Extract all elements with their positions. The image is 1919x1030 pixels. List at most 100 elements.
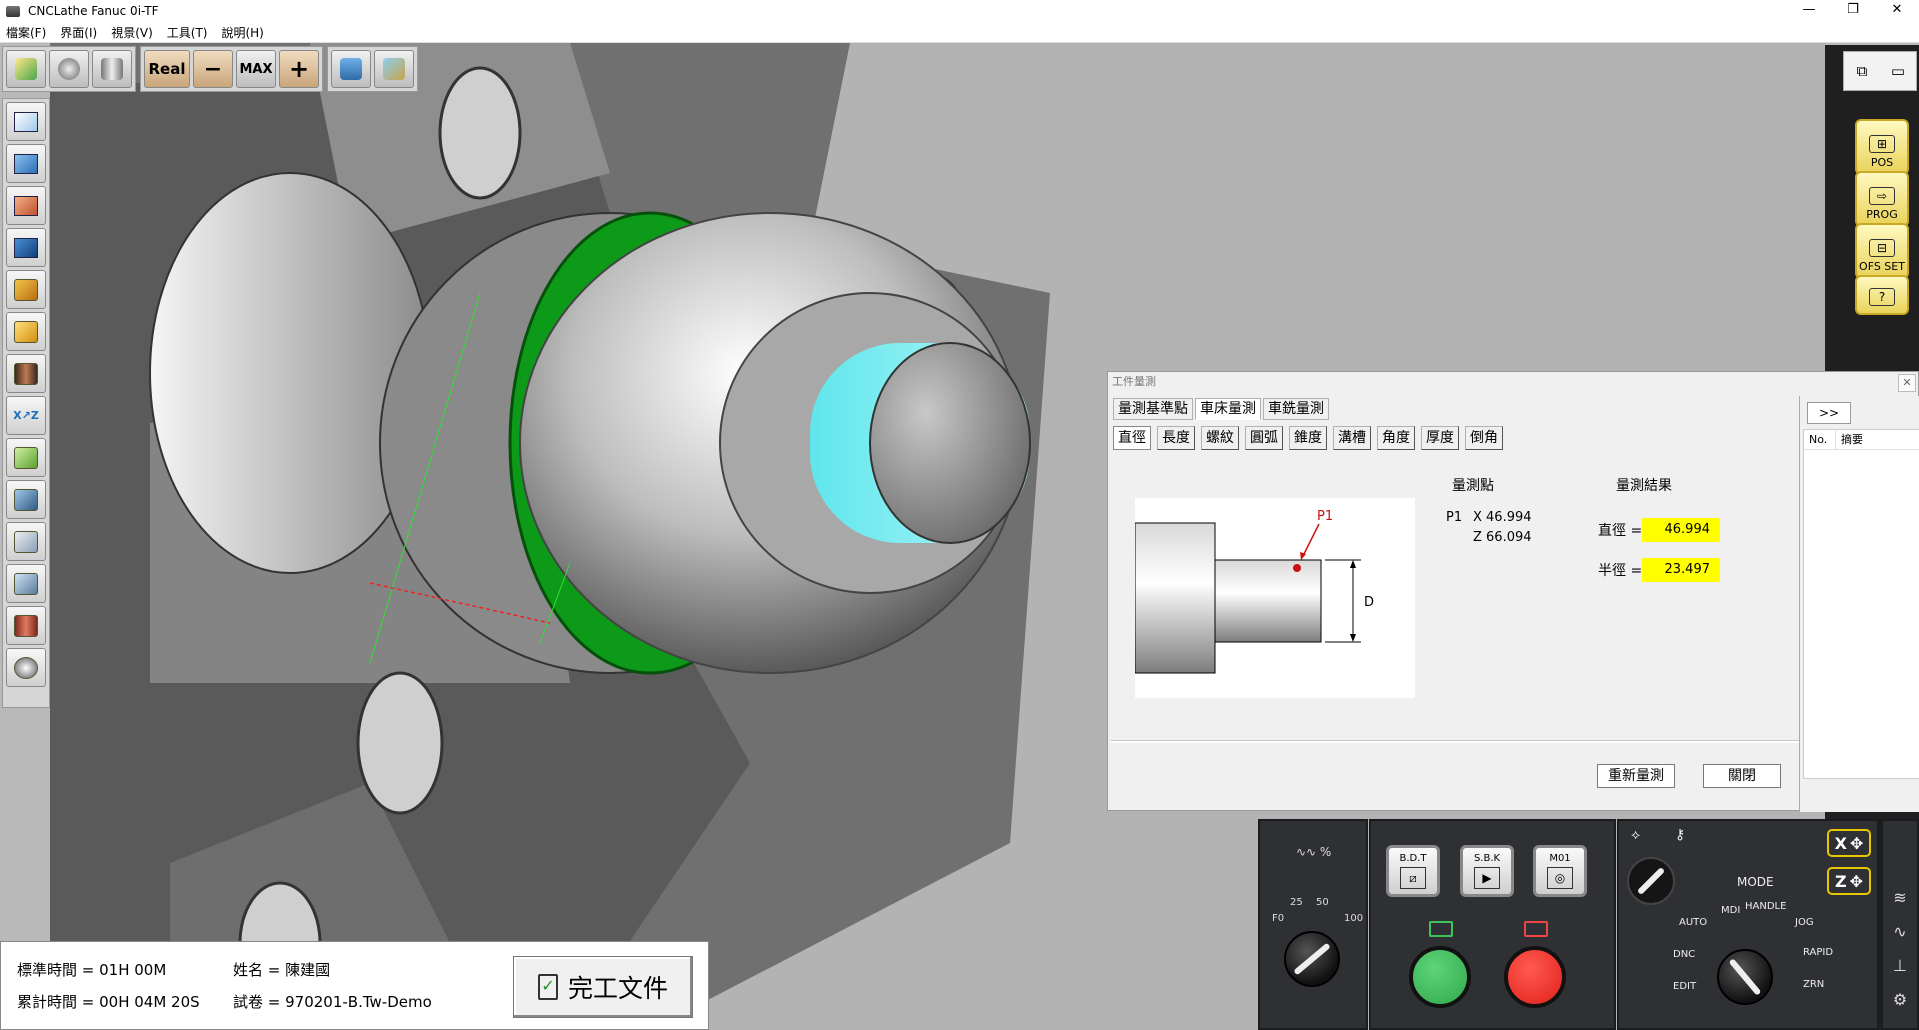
feed-knob-pointer xyxy=(1293,942,1331,976)
checklist-icon: ✓ xyxy=(537,974,558,1000)
restore-panel-icon[interactable]: ⧉ xyxy=(1844,52,1880,90)
pos-key[interactable]: ⊞ POS xyxy=(1855,119,1909,175)
view-top-button[interactable] xyxy=(6,228,46,267)
app-icon xyxy=(6,5,20,17)
spindle-wave-icon[interactable]: ≋ xyxy=(1883,881,1917,915)
history-table: No. 摘要 xyxy=(1803,429,1919,779)
z-axis-button[interactable]: Z ✥ xyxy=(1827,867,1871,895)
tab-arc[interactable]: 圓弧 xyxy=(1245,426,1283,450)
feed-wave-icon[interactable]: ∿ xyxy=(1883,915,1917,949)
view-side-button[interactable] xyxy=(6,186,46,225)
menu-tools[interactable]: 工具(T) xyxy=(167,24,208,41)
ruler-button[interactable] xyxy=(6,564,46,603)
workpiece-view-button[interactable] xyxy=(92,50,132,88)
measure-tool-button[interactable] xyxy=(374,50,414,88)
coordinate-button[interactable]: X↗Z xyxy=(6,396,46,435)
single-block-icon: ▶ xyxy=(1474,867,1500,889)
stock-icon xyxy=(14,614,38,637)
tab-chamfer[interactable]: 倒角 xyxy=(1465,426,1503,450)
tab-taper[interactable]: 錐度 xyxy=(1289,426,1327,450)
help-key[interactable]: ? xyxy=(1855,275,1909,315)
menu-view[interactable]: 視景(V) xyxy=(111,24,153,41)
spindle-icon[interactable]: ⚙ xyxy=(1883,983,1917,1017)
dialog-separator xyxy=(1111,740,1801,743)
menu-file[interactable]: 檔案(F) xyxy=(6,24,46,41)
emergency-knob[interactable] xyxy=(1627,857,1675,905)
door-icon xyxy=(340,58,362,80)
view-iso-button[interactable] xyxy=(6,102,46,141)
tab-lathe-measure[interactable]: 車床量測 xyxy=(1195,398,1261,420)
stock-button[interactable] xyxy=(6,606,46,645)
path-button[interactable] xyxy=(6,438,46,477)
menu-interface[interactable]: 界面(I) xyxy=(60,24,97,41)
sbk-key[interactable]: S.B.K ▶ xyxy=(1460,845,1514,897)
tool-setup-button[interactable] xyxy=(6,270,46,309)
workpiece-button[interactable] xyxy=(6,354,46,393)
prog-key[interactable]: ⇨ PROG xyxy=(1855,171,1909,227)
real-speed-button[interactable]: Real xyxy=(144,50,190,88)
minimize-button[interactable]: — xyxy=(1787,0,1831,22)
feed-hold-button[interactable] xyxy=(1504,946,1566,1008)
mode-edit[interactable]: EDIT xyxy=(1673,981,1696,992)
remeasure-button[interactable]: 重新量測 xyxy=(1597,764,1675,788)
door-button[interactable] xyxy=(331,50,371,88)
tab-thickness[interactable]: 厚度 xyxy=(1421,426,1459,450)
maximize-panel-icon[interactable]: ▭ xyxy=(1880,52,1916,90)
mode-auto[interactable]: AUTO xyxy=(1679,917,1707,928)
mode-select-knob[interactable] xyxy=(1717,949,1773,1005)
m01-key[interactable]: M01 ◎ xyxy=(1533,845,1587,897)
tab-length[interactable]: 長度 xyxy=(1157,426,1195,450)
cycle-start-button[interactable] xyxy=(1409,946,1471,1008)
feed-hold-lamp-icon xyxy=(1524,921,1548,937)
machine-view-button[interactable] xyxy=(6,480,46,519)
door-tool-group xyxy=(327,46,418,92)
view-front-button[interactable] xyxy=(6,144,46,183)
maximize-button[interactable]: ❐ xyxy=(1831,0,1875,22)
expand-history-button[interactable]: >> xyxy=(1807,402,1851,424)
mode-dnc[interactable]: DNC xyxy=(1673,949,1695,960)
mode-handle[interactable]: HANDLE xyxy=(1745,901,1786,912)
dialog-close-icon[interactable]: ✕ xyxy=(1898,374,1916,392)
tab-diameter[interactable]: 直徑 xyxy=(1113,426,1151,450)
ofs-set-key[interactable]: ⊟ OFS SET xyxy=(1855,223,1909,279)
tab-mill-turn-measure[interactable]: 車銑量測 xyxy=(1263,398,1329,420)
menu-help[interactable]: 說明(H) xyxy=(221,24,263,41)
history-col-summary: 摘要 xyxy=(1841,433,1863,446)
mode-panel: ⟡ ⚷ X ✥ Z ✥ MODE AUTO MDI HANDLE JOG RAPID… xyxy=(1617,819,1879,1030)
slower-button[interactable]: − xyxy=(193,50,233,88)
measure-result-title: 量測結果 xyxy=(1616,478,1672,494)
tab-angle[interactable]: 角度 xyxy=(1377,426,1415,450)
mode-rapid[interactable]: RAPID xyxy=(1803,947,1833,958)
tool-measure-button[interactable] xyxy=(6,312,46,351)
feed-tick-25: 25 xyxy=(1290,897,1303,908)
function-key-panel: B.D.T ⧄ S.B.K ▶ M01 ◎ xyxy=(1369,819,1616,1030)
close-dialog-button[interactable]: 關閉 xyxy=(1703,764,1781,788)
tab-thread[interactable]: 螺紋 xyxy=(1201,426,1239,450)
tab-reference-point[interactable]: 量測基準點 xyxy=(1113,398,1193,420)
feed-tick-f0: F0 xyxy=(1272,913,1285,924)
measure-icon xyxy=(383,58,405,80)
finish-document-button[interactable]: ✓ 完工文件 xyxy=(513,956,693,1018)
section-view-button[interactable] xyxy=(6,522,46,561)
faster-button[interactable]: + xyxy=(279,50,319,88)
mode-mdi[interactable]: MDI xyxy=(1721,905,1740,916)
x-axis-label: X xyxy=(1834,833,1847,853)
bdt-label: B.D.T xyxy=(1399,853,1427,864)
feed-override-knob[interactable] xyxy=(1284,931,1340,987)
machine-setup-button[interactable] xyxy=(6,50,46,88)
chuck-view-button[interactable] xyxy=(49,50,89,88)
close-window-button[interactable]: ✕ xyxy=(1875,0,1919,22)
sound-button[interactable] xyxy=(6,648,46,687)
coolant-icon[interactable]: ⊥ xyxy=(1883,949,1917,983)
tab-groove[interactable]: 溝槽 xyxy=(1333,426,1371,450)
mode-title: MODE xyxy=(1737,875,1774,889)
dialog-title: 工件量測 xyxy=(1108,372,1918,394)
mode-jog[interactable]: JOG xyxy=(1795,917,1814,928)
x-axis-button[interactable]: X ✥ xyxy=(1827,829,1871,857)
cube-iso-icon xyxy=(14,111,38,132)
cube-side-icon xyxy=(14,195,38,216)
mode-zrn[interactable]: ZRN xyxy=(1803,979,1824,990)
offset-setting-icon: ⊟ xyxy=(1869,239,1895,257)
max-speed-button[interactable]: MAX xyxy=(236,50,276,88)
bdt-key[interactable]: B.D.T ⧄ xyxy=(1386,845,1440,897)
